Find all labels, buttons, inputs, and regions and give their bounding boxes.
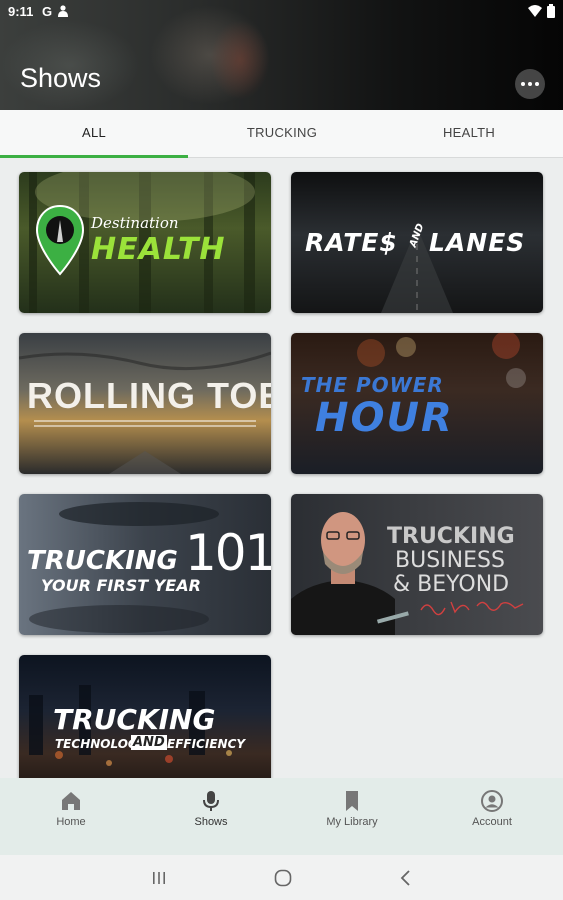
bottom-navigation: Home Shows My Library Account — [0, 778, 563, 855]
show-title-mid: AND — [131, 735, 167, 750]
nav-my-library[interactable]: My Library — [282, 778, 422, 855]
tab-health[interactable]: HEALTH — [375, 110, 563, 158]
show-title-line2: YOUR FIRST YEAR — [41, 576, 201, 595]
tab-trucking[interactable]: TRUCKING — [188, 110, 376, 158]
tab-all[interactable]: ALL — [0, 110, 188, 158]
nav-home-label: Home — [56, 816, 86, 828]
nav-shows-label: Shows — [194, 816, 228, 828]
show-title-line3: & BEYOND — [393, 572, 510, 597]
nav-shows[interactable]: Shows — [141, 778, 281, 855]
nav-account[interactable]: Account — [422, 778, 562, 855]
show-card-rolling-toe[interactable]: ROLLING TOE — [19, 333, 271, 474]
show-title-line1: TRUCKING — [387, 524, 515, 549]
show-title-line1: TRUCKING — [27, 546, 178, 576]
show-card-rates-and-lanes[interactable]: RATE$ AND LANES — [291, 172, 543, 313]
tab-bar: ALL TRUCKING HEALTH — [0, 110, 563, 158]
system-navigation-bar — [0, 855, 563, 900]
show-card-the-power-hour[interactable]: THE POWER HOUR — [291, 333, 543, 474]
status-time: 9:11 — [8, 4, 34, 19]
back-icon[interactable] — [395, 867, 417, 889]
more-horizontal-icon — [521, 82, 525, 86]
host-signature — [420, 601, 524, 616]
show-title-line2: HOUR — [315, 395, 454, 441]
show-title-line2: LANES — [429, 228, 526, 257]
show-title-line3: EFFICIENCY — [167, 737, 246, 751]
home-icon — [62, 792, 80, 810]
show-title-line1: TRUCKING — [53, 703, 216, 736]
status-bar: 9:11 G — [0, 0, 563, 24]
header: 9:11 G Shows — [0, 0, 563, 110]
shows-grid: Destination HEALTH RATE$ AND LANES ROLLI… — [0, 158, 563, 778]
nav-my-library-label: My Library — [326, 816, 378, 828]
show-card-trucking-101[interactable]: TRUCKING 101 YOUR FIRST YEAR — [19, 494, 271, 635]
more-dot — [535, 82, 539, 86]
wifi-icon — [528, 5, 542, 17]
show-title-number: 101 — [185, 524, 271, 582]
more-dot — [528, 82, 532, 86]
bookmark-icon — [346, 791, 358, 811]
show-card-trucking-business-beyond[interactable]: TRUCKING BUSINESS & BEYOND — [291, 494, 543, 635]
show-card-destination-health[interactable]: Destination HEALTH — [19, 172, 271, 313]
more-options-button[interactable] — [515, 69, 545, 99]
show-title-line2: BUSINESS — [395, 548, 505, 573]
home-circle-icon[interactable] — [272, 867, 294, 889]
nav-account-label: Account — [472, 816, 512, 828]
page-title: Shows — [20, 63, 102, 93]
recents-icon[interactable] — [148, 867, 170, 889]
location-pin-icon — [35, 204, 85, 276]
person-icon — [58, 5, 68, 17]
show-title-line2: HEALTH — [91, 232, 226, 267]
show-title-line1: RATE$ — [305, 228, 398, 257]
show-title-line1: THE POWER — [301, 373, 444, 397]
show-card-trucking-technology-efficiency[interactable]: TRUCKING TECHNOLOGY AND EFFICIENCY — [19, 655, 271, 778]
battery-icon — [547, 4, 555, 18]
account-icon — [481, 790, 503, 812]
show-title-line1: ROLLING TOE — [27, 375, 271, 416]
microphone-icon — [203, 791, 219, 811]
show-title-line1: Destination — [91, 214, 179, 232]
header-background-blur — [210, 20, 270, 100]
nav-home[interactable]: Home — [1, 778, 141, 855]
status-carrier: G — [42, 4, 53, 19]
